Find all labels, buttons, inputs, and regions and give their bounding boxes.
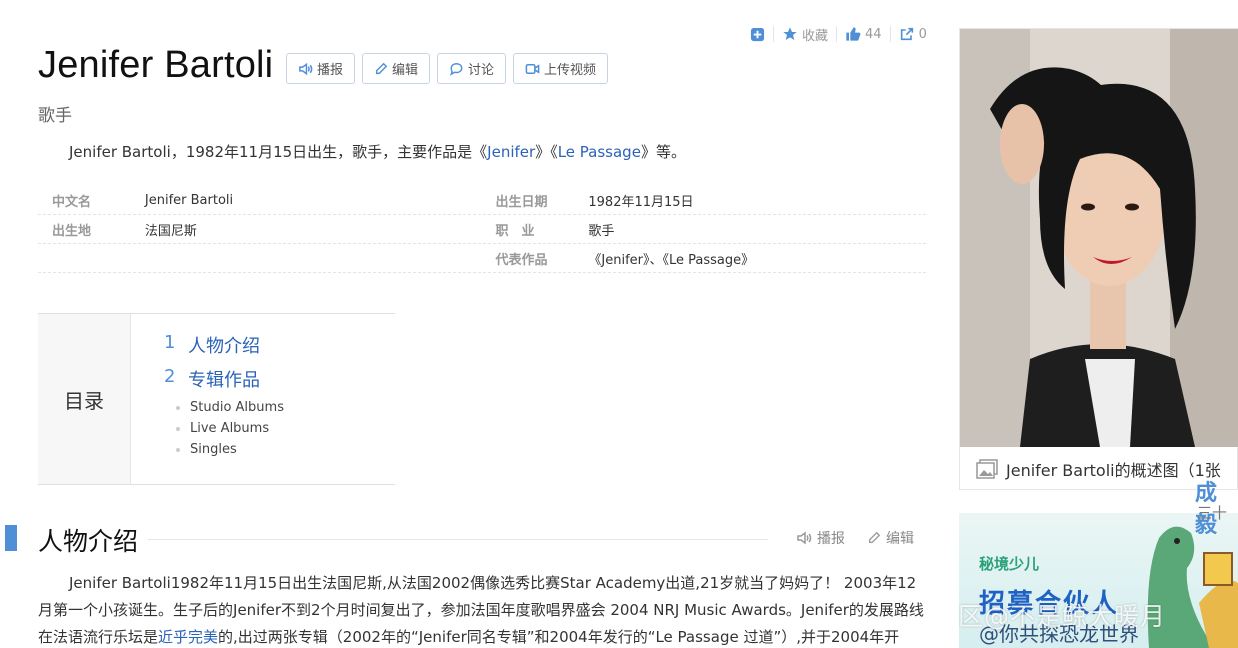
bullet-icon	[176, 426, 180, 431]
summary: Jenifer Bartoli，1982年11月15日出生，歌手，主要作品是《J…	[69, 141, 686, 162]
intro-paragraph: Jenifer Bartoli1982年11月15日出生法国尼斯,从法国2002…	[38, 570, 926, 648]
pencil-icon	[375, 62, 388, 74]
section-broadcast-label: 播报	[817, 531, 845, 547]
star-icon	[783, 27, 797, 40]
speaker-icon	[299, 62, 313, 75]
title-button-group: 播报 编辑 讨论 上传视频	[286, 53, 609, 84]
toc-item-albums[interactable]: 2 专辑作品	[164, 366, 284, 392]
plus-square-icon	[750, 27, 765, 41]
summary-photo-card[interactable]: Jenifer Bartoli的概述图（1张	[959, 28, 1238, 490]
summary-prefix: Jenifer Bartoli，1982年11月15日出生，歌手，主要作品是《	[69, 143, 488, 161]
broadcast-label: 播报	[317, 63, 344, 78]
infobox-key: 中文名	[52, 194, 92, 210]
infobox-value: 《Jenifer》、《Le Passage》	[588, 252, 755, 268]
work-link-le-passage[interactable]: Le Passage	[558, 143, 641, 161]
toc-subitem-live-albums[interactable]: Live Albums	[176, 421, 284, 436]
toc-subitem-label: Studio Albums	[190, 400, 284, 415]
toc-list: 1 人物介绍 2 专辑作品 Studio Albums Live Albums …	[131, 314, 284, 484]
section-edit-label: 编辑	[886, 531, 914, 547]
add-button[interactable]	[750, 26, 774, 42]
subtitle: 歌手	[38, 106, 72, 126]
infobox-value: 法国尼斯	[144, 223, 197, 239]
upload-video-label: 上传视频	[544, 63, 597, 78]
top-action-bar: 收藏 44 0	[750, 26, 935, 44]
discuss-button[interactable]: 讨论	[437, 53, 507, 84]
toc-number: 1	[164, 332, 176, 353]
bullet-icon	[176, 447, 180, 452]
discuss-label: 讨论	[468, 63, 495, 78]
photo-caption-text: Jenifer Bartoli的概述图（1张	[1006, 461, 1221, 480]
like-button[interactable]: 44	[837, 26, 891, 42]
toc-subitem-label: Singles	[190, 442, 237, 457]
page-title: Jenifer Bartoli	[38, 44, 274, 86]
portrait-illustration	[960, 29, 1238, 447]
near-perfect-link[interactable]: 近乎完美	[158, 628, 218, 646]
infobox-row: 中文名 Jenifer Bartoli 出生日期 1982年11月15日	[38, 186, 926, 215]
toc-subitem-studio-albums[interactable]: Studio Albums	[176, 400, 284, 415]
toc-item-label: 专辑作品	[188, 370, 260, 391]
upload-video-button[interactable]: 上传视频	[513, 53, 609, 84]
infobox-row: 出生地 法国尼斯 职 业 歌手	[38, 215, 926, 244]
toc-subitem-singles[interactable]: Singles	[176, 442, 284, 457]
summary-suffix: 》等。	[640, 143, 686, 161]
infobox-row: 代表作品 《Jenifer》、《Le Passage》	[38, 244, 926, 273]
like-count: 44	[865, 26, 882, 42]
paragraph-line: 第一个小孩诞生。生子后的Jenifer不到2个月时间复出了，参加法国年度歌唱界盛…	[53, 601, 909, 619]
infobox-key: 职 业	[495, 223, 535, 239]
section-actions: 播报 编辑	[796, 528, 914, 548]
paragraph-line: 的,出过两张专辑（2002年的“Jenifer同名专辑”和2004年发行的“Le…	[218, 628, 900, 646]
ad-logo: 秘境少儿	[979, 555, 1040, 573]
share-icon	[900, 27, 913, 41]
video-camera-icon	[525, 63, 540, 74]
toc-item-intro[interactable]: 1 人物介绍	[164, 332, 284, 358]
collect-button[interactable]: 收藏	[774, 26, 838, 44]
infobox-value: 1982年11月15日	[588, 194, 694, 210]
edge-text: 三十	[1197, 504, 1228, 522]
infobox-key: 出生日期	[495, 194, 548, 210]
edit-label: 编辑	[392, 63, 419, 78]
watermark-overlay: 区@不是鲸大暖月	[958, 602, 1167, 631]
work-link-jenifer[interactable]: Jenifer	[487, 143, 535, 161]
table-of-contents: 目录 1 人物介绍 2 专辑作品 Studio Albums Live Albu…	[38, 313, 395, 485]
toc-number: 2	[164, 366, 176, 387]
share-count: 0	[918, 26, 927, 42]
collect-label: 收藏	[802, 28, 829, 44]
infobox-key: 代表作品	[495, 252, 548, 268]
section-title: 人物介绍	[38, 522, 149, 558]
infobox: 中文名 Jenifer Bartoli 出生日期 1982年11月15日 出生地…	[38, 186, 926, 273]
image-gallery-icon	[976, 459, 998, 479]
page: 收藏 44 0 Jenifer Bartoli 播报 编辑 讨论 上传视频 歌手…	[0, 0, 1238, 648]
infobox-value: 歌手	[588, 223, 615, 239]
infobox-value: Jenifer Bartoli	[144, 192, 234, 208]
edit-button[interactable]: 编辑	[362, 53, 431, 84]
section-broadcast-button[interactable]: 播报	[796, 528, 845, 548]
portrait-photo[interactable]	[960, 29, 1238, 447]
share-button[interactable]: 0	[891, 26, 935, 42]
section-edit-button[interactable]: 编辑	[867, 528, 914, 548]
speaker-icon	[797, 531, 812, 545]
thumbs-up-icon	[846, 27, 861, 41]
broadcast-button[interactable]: 播报	[286, 53, 356, 84]
toc-item-label: 人物介绍	[188, 336, 260, 357]
bullet-icon	[176, 405, 180, 410]
infobox-key: 出生地	[52, 223, 92, 239]
section-accent-bar	[5, 525, 17, 551]
chat-bubble-icon	[450, 62, 463, 76]
toc-subitem-label: Live Albums	[190, 421, 270, 436]
section-divider	[148, 539, 768, 540]
summary-mid: 》《	[535, 143, 558, 161]
toc-label: 目录	[38, 314, 131, 484]
pencil-icon	[868, 531, 881, 544]
